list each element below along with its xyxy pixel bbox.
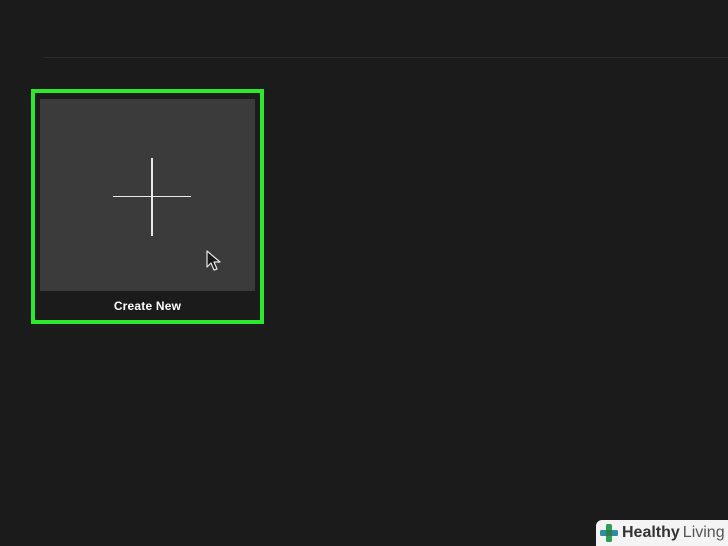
watermark-word-living: Living <box>682 524 725 541</box>
mouse-pointer-icon <box>206 250 221 271</box>
healthy-living-cross-icon <box>600 524 618 542</box>
watermark-text: Healthy Living <box>622 525 725 541</box>
plus-icon-vertical-stroke <box>151 158 153 236</box>
header-divider <box>44 57 728 58</box>
create-new-label: Create New <box>113 299 182 313</box>
healthy-living-watermark: Healthy Living <box>596 520 728 546</box>
create-new-button[interactable]: Create New <box>31 89 264 324</box>
app-screen: Create New Healthy Living <box>0 0 728 546</box>
watermark-word-healthy: Healthy <box>622 524 680 541</box>
